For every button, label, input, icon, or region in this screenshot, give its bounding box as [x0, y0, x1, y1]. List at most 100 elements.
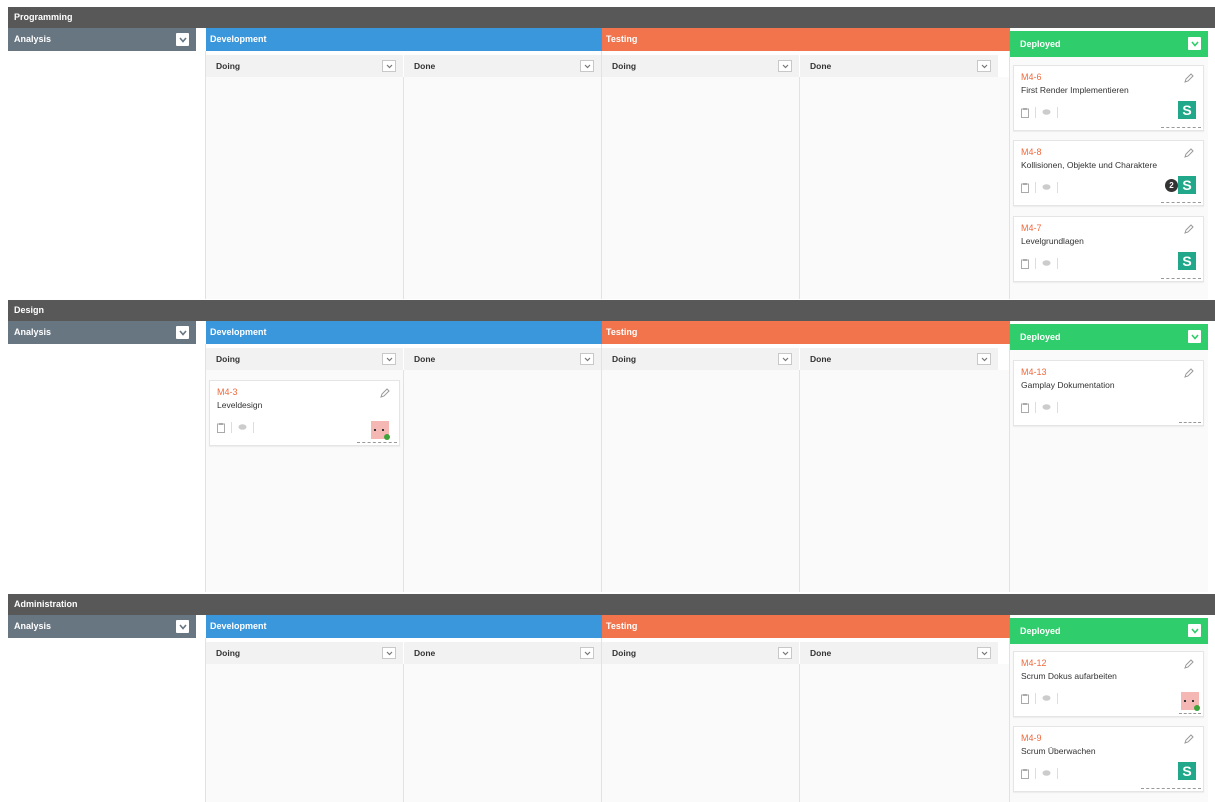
- subcolumn-done: Done: [800, 348, 998, 370]
- column-label: Development: [210, 621, 267, 631]
- comment-icon: [1042, 695, 1051, 701]
- card-title: First Render Implementieren: [1021, 85, 1129, 95]
- card-id[interactable]: M4-12: [1021, 658, 1047, 668]
- pencil-icon[interactable]: [1183, 72, 1195, 84]
- work-area: [206, 664, 1010, 802]
- chevron-down-icon[interactable]: [176, 326, 189, 339]
- chevron-down-icon[interactable]: [778, 647, 792, 659]
- subcolumn-label: Done: [810, 354, 832, 364]
- comment-icon: [1042, 184, 1051, 190]
- task-card[interactable]: M4-7 Levelgrundlagen S: [1013, 216, 1204, 282]
- column-development: Development: [206, 615, 602, 638]
- subcolumn-done: Done: [800, 642, 998, 664]
- task-card[interactable]: M4-9 Scrum Überwachen S: [1013, 726, 1204, 792]
- card-id[interactable]: M4-13: [1021, 367, 1047, 377]
- chevron-down-icon[interactable]: [580, 647, 594, 659]
- chevron-down-icon[interactable]: [1188, 37, 1201, 50]
- avatar[interactable]: S: [1178, 762, 1196, 780]
- card-id[interactable]: M4-7: [1021, 223, 1042, 233]
- subcolumn-label: Doing: [612, 61, 637, 71]
- divider: [601, 51, 602, 299]
- checklist-icon: [1021, 258, 1029, 269]
- comment-icon: [1042, 109, 1051, 115]
- swimlane-title-design[interactable]: Design: [8, 300, 1215, 321]
- card-title: Gamplay Dokumentation: [1021, 380, 1115, 390]
- column-label: Development: [210, 34, 267, 44]
- column-analysis: Analysis: [8, 615, 196, 638]
- card-title: Scrum Überwachen: [1021, 746, 1096, 756]
- subcolumn-doing: Doing: [602, 55, 799, 77]
- chevron-down-icon[interactable]: [382, 353, 396, 365]
- pencil-icon[interactable]: [1183, 147, 1195, 159]
- card-id[interactable]: M4-6: [1021, 72, 1042, 82]
- analysis-cell: [8, 344, 206, 592]
- chevron-down-icon[interactable]: [977, 60, 991, 72]
- checklist-icon: [1021, 107, 1029, 118]
- task-card[interactable]: M4-13 Gamplay Dokumentation: [1013, 360, 1204, 426]
- avatar[interactable]: S: [1178, 176, 1196, 194]
- checklist-icon: [1021, 768, 1029, 779]
- column-deployed: Deployed: [1010, 618, 1208, 644]
- task-card[interactable]: M4-12 Scrum Dokus aufarbeiten: [1013, 651, 1204, 717]
- card-title: Leveldesign: [217, 400, 263, 410]
- subcolumn-doing: Doing: [206, 55, 403, 77]
- checklist-icon: [1021, 402, 1029, 413]
- chevron-down-icon[interactable]: [176, 33, 189, 46]
- subcolumn-done: Done: [404, 55, 601, 77]
- checklist-icon: [217, 422, 225, 433]
- subcolumn-label: Doing: [216, 61, 241, 71]
- swimlane-title-administration[interactable]: Administration: [8, 594, 1215, 615]
- subcolumn-label: Done: [810, 61, 832, 71]
- divider: [799, 370, 800, 592]
- pencil-icon[interactable]: [1183, 733, 1195, 745]
- avatar-pig-icon[interactable]: [1181, 692, 1200, 711]
- avatar[interactable]: S: [1178, 101, 1196, 119]
- divider: [403, 77, 404, 299]
- task-card[interactable]: M4-8 Kollisionen, Objekte und Charaktere…: [1013, 140, 1204, 206]
- card-id[interactable]: M4-9: [1021, 733, 1042, 743]
- task-card[interactable]: M4-3 Leveldesign: [209, 380, 400, 446]
- column-testing: Testing: [602, 615, 1010, 638]
- card-id[interactable]: M4-3: [217, 387, 238, 397]
- card-title: Kollisionen, Objekte und Charaktere: [1021, 160, 1158, 170]
- chevron-down-icon[interactable]: [778, 353, 792, 365]
- column-analysis: Analysis: [8, 28, 196, 51]
- chevron-down-icon[interactable]: [1188, 624, 1201, 637]
- pencil-icon[interactable]: [1183, 658, 1195, 670]
- chevron-down-icon[interactable]: [977, 353, 991, 365]
- subcolumn-label: Doing: [612, 648, 637, 658]
- column-label: Deployed: [1020, 39, 1061, 49]
- column-testing: Testing: [602, 321, 1010, 344]
- column-label: Analysis: [14, 327, 52, 337]
- subcolumn-label: Done: [414, 354, 436, 364]
- chevron-down-icon[interactable]: [382, 60, 396, 72]
- checklist-icon: [1021, 693, 1029, 704]
- card-title: Scrum Dokus aufarbeiten: [1021, 671, 1117, 681]
- task-card[interactable]: M4-6 First Render Implementieren S: [1013, 65, 1204, 131]
- card-title: Levelgrundlagen: [1021, 236, 1084, 246]
- chevron-down-icon[interactable]: [977, 647, 991, 659]
- chevron-down-icon[interactable]: [778, 60, 792, 72]
- pencil-icon[interactable]: [1183, 367, 1195, 379]
- column-deployed: Deployed: [1010, 31, 1208, 57]
- divider: [205, 344, 206, 592]
- swimlane-title-programming[interactable]: Programming: [8, 7, 1215, 28]
- chevron-down-icon[interactable]: [382, 647, 396, 659]
- subcolumn-label: Done: [414, 61, 436, 71]
- column-label: Development: [210, 327, 267, 337]
- avatar-pig-icon[interactable]: [371, 421, 390, 440]
- pencil-icon[interactable]: [1183, 223, 1195, 235]
- avatar[interactable]: S: [1178, 252, 1196, 270]
- chevron-down-icon[interactable]: [176, 620, 189, 633]
- chevron-down-icon[interactable]: [580, 60, 594, 72]
- chevron-down-icon[interactable]: [580, 353, 594, 365]
- subcolumn-label: Done: [414, 648, 436, 658]
- pencil-icon[interactable]: [379, 387, 391, 399]
- divider: [1009, 638, 1010, 802]
- card-id[interactable]: M4-8: [1021, 147, 1042, 157]
- subcolumn-done: Done: [404, 642, 601, 664]
- chevron-down-icon[interactable]: [1188, 330, 1201, 343]
- column-analysis: Analysis: [8, 321, 196, 344]
- work-area: [206, 77, 1010, 299]
- subcolumn-label: Doing: [216, 648, 241, 658]
